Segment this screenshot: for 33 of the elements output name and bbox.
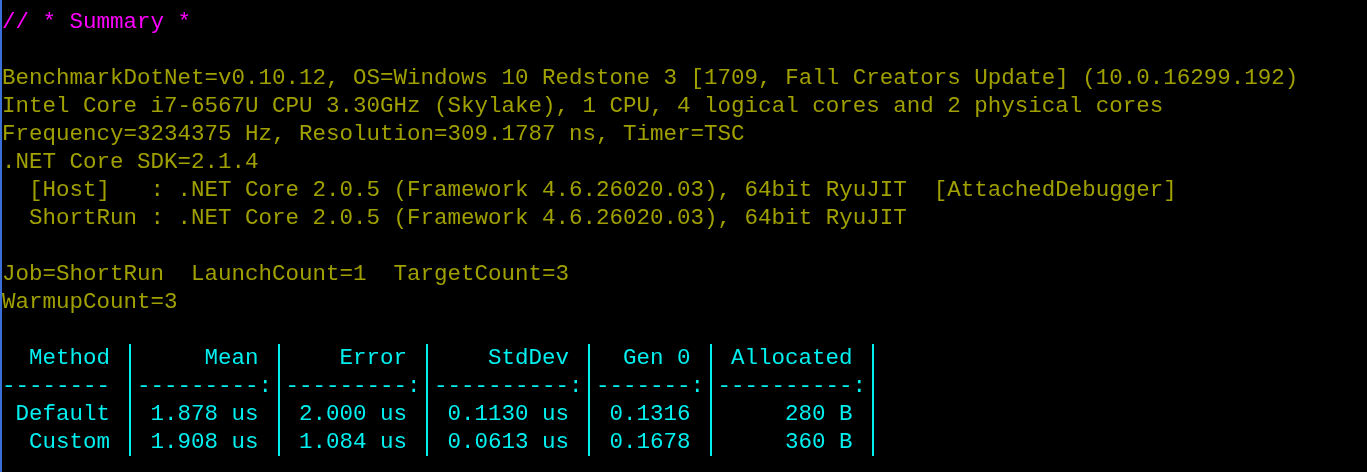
column-header: Method — [28, 344, 111, 372]
table-cell-text: 280 B — [784, 400, 854, 428]
separator-rule: ----------: — [434, 372, 583, 400]
table-cell-text: 0.1678 — [608, 428, 692, 456]
table-cell-text: 1.908 us — [149, 428, 260, 456]
separator-rule: -------- — [2, 372, 112, 400]
column-header: Mean — [203, 344, 260, 372]
column-header: StdDev — [487, 344, 571, 372]
environment-line: [Host] : .NET Core 2.0.5 (Framework 4.6.26020.03), 64bit RyuJIT [AttachedDebugger] — [29, 177, 1177, 203]
environment-line: Frequency=3234375 Hz, Resolution=309.1787 ns, Timer=TSC — [2, 121, 745, 147]
environment-line: ShortRun : .NET Core 2.0.5 (Framework 4.6.26020.03), 64bit RyuJIT — [29, 205, 907, 231]
table-cell-text: Default — [14, 400, 111, 428]
separator-rule: -------: — [596, 372, 705, 400]
job-line: Job=ShortRun LaunchCount=1 TargetCount=3 — [2, 261, 570, 287]
table-cell-text: 0.1130 us — [446, 400, 571, 428]
environment-line: BenchmarkDotNet=v0.10.12, OS=Windows 10 Redstone 3 [1709, Fall Creators Update] (10.0.16299.192) — [2, 65, 1299, 91]
separator-rule: ---------: — [285, 372, 421, 400]
job-line: WarmupCount=3 — [2, 289, 178, 315]
table-cell-text: 360 B — [784, 428, 854, 456]
environment-line: .NET Core SDK=2.1.4 — [2, 149, 259, 175]
table-cell-text: 0.1316 — [608, 400, 692, 428]
table-cell-text: 2.000 us — [298, 400, 409, 428]
table-cell-text: 0.0613 us — [446, 428, 571, 456]
table-cell-text: 1.084 us — [298, 428, 409, 456]
environment-line: Intel Core i7-6567U CPU 3.30GHz (Skylake), 1 CPU, 4 logical cores and 2 physical cores — [2, 93, 1164, 119]
table-cell-text: 1.878 us — [149, 400, 260, 428]
separator-rule: ---------: — [137, 372, 273, 400]
separator-rule: ----------: — [717, 372, 867, 400]
summary-title: // * Summary * — [2, 9, 192, 35]
column-header: Gen 0 — [622, 344, 692, 372]
table-cell-text: Custom — [28, 428, 111, 456]
column-header: Error — [338, 344, 409, 372]
column-header: Allocated — [730, 344, 854, 372]
